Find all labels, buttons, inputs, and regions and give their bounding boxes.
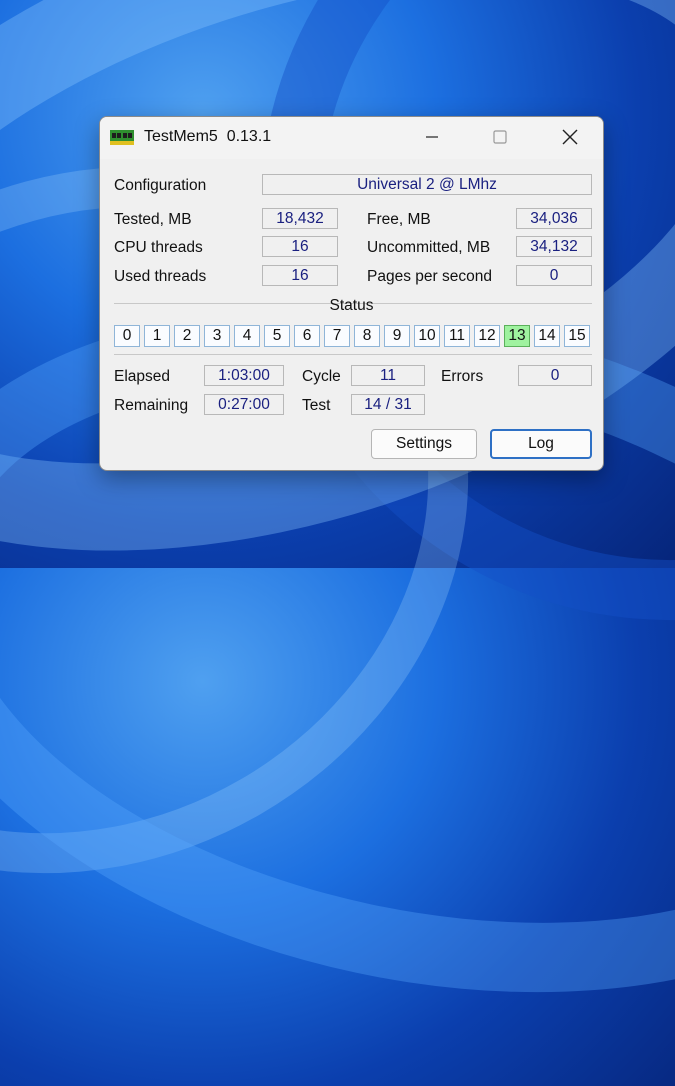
status-tile-2: 2 bbox=[174, 325, 200, 347]
testmem5-window: TestMem5 0.13.1 Configuration Universal … bbox=[99, 116, 604, 471]
status-tile-12: 12 bbox=[474, 325, 500, 347]
used-threads-label: Used threads bbox=[114, 268, 207, 285]
minimize-button[interactable] bbox=[409, 117, 455, 157]
status-tile-13: 13 bbox=[504, 325, 530, 347]
remaining-value: 0:27:00 bbox=[204, 394, 284, 415]
configuration-value: Universal 2 @ LMhz bbox=[262, 174, 592, 195]
close-icon bbox=[562, 129, 578, 145]
tested-label: Tested, MB bbox=[114, 211, 192, 228]
status-tile-0: 0 bbox=[114, 325, 140, 347]
free-label: Free, MB bbox=[367, 211, 431, 228]
maximize-button[interactable] bbox=[477, 117, 523, 157]
elapsed-label: Elapsed bbox=[114, 368, 171, 385]
title-bar[interactable]: TestMem5 0.13.1 bbox=[100, 117, 603, 159]
status-tile-8: 8 bbox=[354, 325, 380, 347]
test-label: Test bbox=[302, 397, 331, 414]
cycle-label: Cycle bbox=[302, 368, 341, 385]
cycle-value: 11 bbox=[351, 365, 425, 386]
status-bottom-divider bbox=[114, 354, 592, 355]
settings-button[interactable]: Settings bbox=[371, 429, 477, 459]
memory-module-icon bbox=[110, 130, 134, 145]
uncommitted-label: Uncommitted, MB bbox=[367, 239, 491, 256]
elapsed-value: 1:03:00 bbox=[204, 365, 284, 386]
pages-per-second-value: 0 bbox=[516, 265, 592, 286]
free-value: 34,036 bbox=[516, 208, 592, 229]
log-button[interactable]: Log bbox=[490, 429, 592, 459]
configuration-label: Configuration bbox=[114, 177, 207, 194]
errors-value: 0 bbox=[518, 365, 592, 386]
close-button[interactable] bbox=[547, 117, 593, 157]
status-tile-14: 14 bbox=[534, 325, 560, 347]
status-tile-6: 6 bbox=[294, 325, 320, 347]
minimize-icon bbox=[426, 136, 438, 138]
status-tile-10: 10 bbox=[414, 325, 440, 347]
status-tile-15: 15 bbox=[564, 325, 590, 347]
cpu-threads-label: CPU threads bbox=[114, 239, 203, 256]
tested-value: 18,432 bbox=[262, 208, 338, 229]
status-tile-5: 5 bbox=[264, 325, 290, 347]
test-value: 14 / 31 bbox=[351, 394, 425, 415]
window-title: TestMem5 0.13.1 bbox=[144, 128, 272, 145]
pages-per-second-label: Pages per second bbox=[367, 268, 492, 285]
status-tile-4: 4 bbox=[234, 325, 260, 347]
status-title: Status bbox=[329, 297, 374, 314]
status-tile-3: 3 bbox=[204, 325, 230, 347]
used-threads-value: 16 bbox=[262, 265, 338, 286]
uncommitted-value: 34,132 bbox=[516, 236, 592, 257]
errors-label: Errors bbox=[441, 368, 484, 385]
remaining-label: Remaining bbox=[114, 397, 189, 414]
status-tile-1: 1 bbox=[144, 325, 170, 347]
status-tile-7: 7 bbox=[324, 325, 350, 347]
status-tile-11: 11 bbox=[444, 325, 470, 347]
status-tile-9: 9 bbox=[384, 325, 410, 347]
maximize-icon bbox=[493, 130, 507, 144]
cpu-threads-value: 16 bbox=[262, 236, 338, 257]
